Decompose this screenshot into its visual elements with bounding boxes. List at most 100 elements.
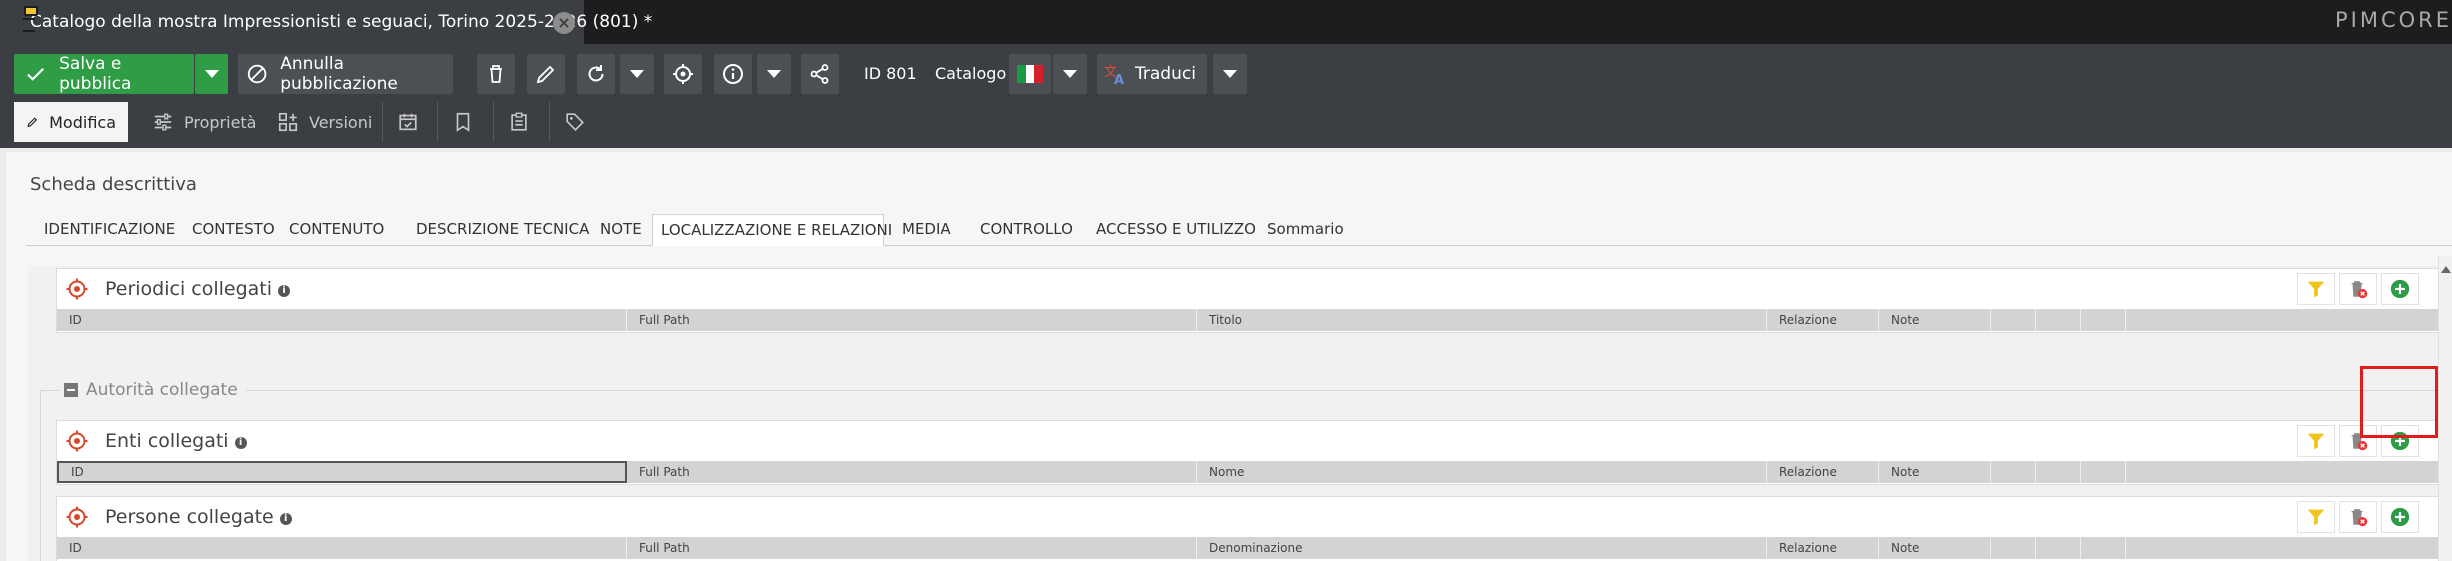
tab-media[interactable]: MEDIA [894, 214, 959, 246]
collapse-icon[interactable] [64, 383, 78, 397]
highlight-annotation [2360, 366, 2438, 438]
column-relazione[interactable]: Relazione [1767, 537, 1879, 559]
tab-descrizione-tecnica[interactable]: DESCRIZIONE TECNICA [408, 214, 597, 246]
add-circle-icon [2390, 507, 2410, 527]
tab-localizzazione-e-relazioni[interactable]: LOCALIZZAZIONE E RELAZIONI [652, 214, 892, 246]
column-action [2036, 309, 2081, 331]
object-toolbar: Salva e pubblica Annulla pubblicazione I… [0, 44, 2452, 148]
refresh-icon [588, 65, 604, 82]
filter-button[interactable] [2297, 425, 2335, 457]
tab-controllo[interactable]: CONTROLLO [972, 214, 1081, 246]
tab-contesto[interactable]: CONTESTO [184, 214, 283, 246]
column-action [2081, 537, 2126, 559]
fieldset-border-left [40, 390, 41, 561]
relation-grid-header: ID Full Path Denominazione Relazione Not… [57, 537, 2439, 559]
bookmark-icon [456, 112, 469, 132]
unpublish-button[interactable]: Annulla pubblicazione [238, 54, 453, 94]
clear-all-button[interactable] [2339, 273, 2377, 305]
column-action [1991, 309, 2036, 331]
filter-button[interactable] [2297, 273, 2335, 305]
tab-accesso-e-utilizzo[interactable]: ACCESSO E UTILIZZO [1088, 214, 1264, 246]
fieldset-border [40, 390, 2452, 391]
close-tab-icon[interactable]: × [553, 12, 575, 34]
crosshair-icon [66, 430, 88, 452]
reload-button[interactable] [577, 54, 615, 94]
tab-note[interactable]: NOTE [592, 214, 650, 246]
column-action [1991, 537, 2036, 559]
tab-notes[interactable] [437, 102, 487, 142]
unpublish-label: Annulla pubblicazione [280, 54, 398, 94]
column-relazione[interactable]: Relazione [1767, 309, 1879, 331]
reload-options-dropdown[interactable] [620, 54, 654, 94]
scroll-up-arrow-icon[interactable] [2441, 266, 2451, 273]
filter-icon [2307, 281, 2325, 298]
column-titolo[interactable]: Titolo [1197, 309, 1767, 331]
column-nome[interactable]: Nome [1197, 461, 1767, 483]
relation-enti: Enti collegati i ID Full Path Nome Relazi… [56, 420, 2440, 485]
info-icon[interactable]: i [279, 513, 292, 525]
clear-all-button[interactable] [2339, 501, 2377, 533]
tab-sommario[interactable]: Sommario [1259, 214, 1352, 246]
document-tab[interactable]: Catalogo della mostra Impressionisti e s… [0, 0, 652, 44]
info-icon[interactable]: i [278, 285, 291, 297]
column-action [2036, 461, 2081, 483]
rename-button[interactable] [527, 54, 565, 94]
column-full-path[interactable]: Full Path [627, 309, 1197, 331]
translate-icon: 文A [1104, 65, 1124, 86]
tab-versions[interactable]: Versioni [265, 102, 384, 142]
column-denominazione[interactable]: Denominazione [1197, 537, 1767, 559]
column-id[interactable]: ID [57, 537, 627, 559]
add-relation-button[interactable] [2381, 273, 2419, 305]
column-action [2081, 461, 2126, 483]
tab-workflow[interactable] [493, 102, 543, 142]
translate-label: Traduci [1135, 64, 1196, 84]
tab-schedule[interactable] [382, 102, 432, 142]
column-note[interactable]: Note [1879, 537, 1991, 559]
relation-periodici: Periodici collegati i ID Full Path Titolo… [56, 268, 2440, 333]
column-full-path[interactable]: Full Path [627, 461, 1197, 483]
relation-tools [2293, 501, 2419, 533]
tab-identificazione[interactable]: IDENTIFICAZIONE [36, 214, 183, 246]
save-options-dropdown[interactable] [195, 54, 228, 94]
share-button[interactable] [801, 54, 839, 94]
language-dropdown[interactable] [1053, 54, 1087, 94]
column-id[interactable]: ID [57, 309, 627, 331]
italian-flag-icon [1017, 65, 1044, 83]
relation-title-text: Persone collegate [105, 506, 274, 528]
vertical-scrollbar[interactable] [2438, 256, 2452, 561]
column-note[interactable]: Note [1879, 461, 1991, 483]
info-icon[interactable]: i [234, 437, 247, 449]
tab-tags[interactable] [549, 102, 599, 142]
clipboard-list-icon [510, 112, 527, 131]
column-note[interactable]: Note [1879, 309, 1991, 331]
add-circle-icon [2390, 279, 2410, 299]
relation-grid-header: ID Full Path Titolo Relazione Note [57, 309, 2439, 331]
checkmark-icon [27, 67, 45, 81]
trash-remove-icon [2351, 281, 2368, 299]
save-and-publish-button[interactable]: Salva e pubblica [14, 54, 194, 94]
filter-button[interactable] [2297, 501, 2335, 533]
delete-button[interactable] [477, 54, 515, 94]
relation-title: Enti collegati i [105, 430, 247, 452]
tab-edit[interactable]: Modifica [14, 102, 128, 142]
locate-in-tree-button[interactable] [664, 54, 702, 94]
language-selector[interactable] [1009, 54, 1051, 94]
relation-persone: Persone collegate i ID Full Path Denomina… [56, 496, 2440, 561]
info-button[interactable] [714, 54, 752, 94]
column-full-path[interactable]: Full Path [627, 537, 1197, 559]
info-options-dropdown[interactable] [757, 54, 791, 94]
translate-options-dropdown[interactable] [1213, 54, 1247, 94]
filter-icon [2307, 433, 2325, 450]
chevron-down-icon [1063, 70, 1077, 78]
tab-contenuto[interactable]: CONTENUTO [281, 214, 392, 246]
fieldset-legend[interactable]: Autorità collegate [60, 380, 246, 400]
relation-tools [2293, 273, 2419, 305]
chevron-down-icon [630, 70, 644, 78]
versions-icon [278, 112, 298, 132]
column-id[interactable]: ID [57, 461, 627, 483]
column-relazione[interactable]: Relazione [1767, 461, 1879, 483]
info-icon [723, 64, 743, 84]
tab-properties[interactable]: Proprietà [140, 102, 268, 142]
translate-button[interactable]: 文A Traduci [1097, 54, 1207, 94]
add-relation-button[interactable] [2381, 501, 2419, 533]
